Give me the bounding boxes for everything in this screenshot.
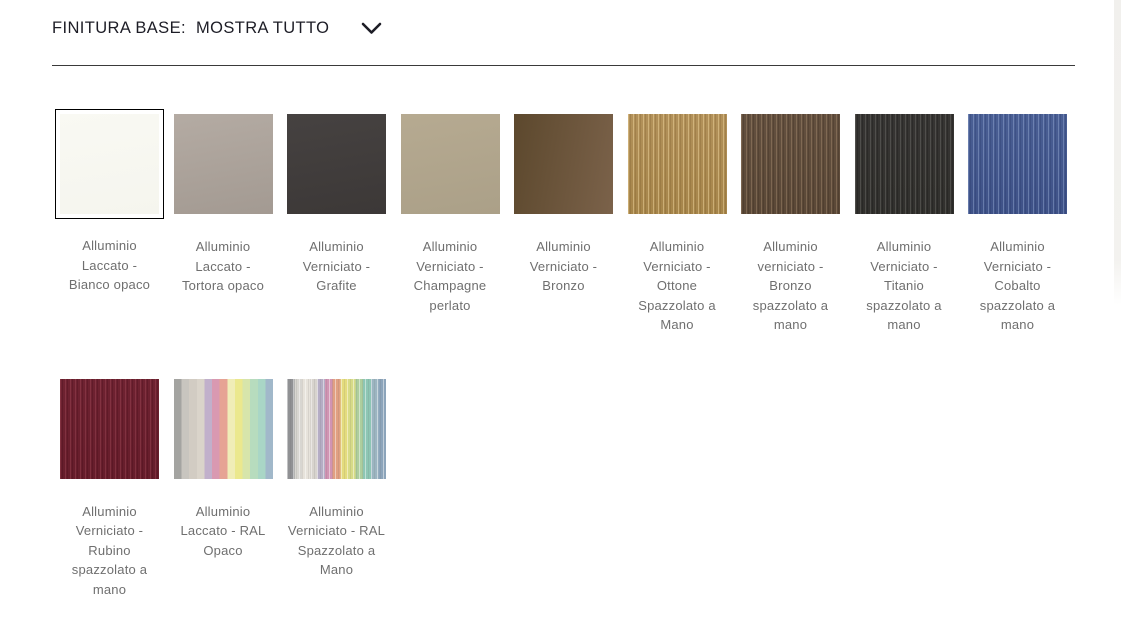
finish-label: Alluminio Verniciato - Champagne perlato — [401, 237, 500, 315]
finish-option[interactable]: Alluminio Verniciato - Cobalto spazzolat… — [968, 114, 1067, 335]
finish-option[interactable]: Alluminio Verniciato - RAL Spazzolato a … — [287, 379, 386, 600]
finish-label: Alluminio Verniciato - Ottone Spazzolato… — [628, 237, 727, 335]
scrollbar-thumb[interactable] — [1114, 0, 1121, 305]
finish-option[interactable]: Alluminio Verniciato - Bronzo — [514, 114, 613, 335]
finish-option[interactable]: Alluminio Laccato - RAL Opaco — [174, 379, 273, 600]
finish-label: Alluminio Verniciato - Titanio spazzolat… — [855, 237, 954, 335]
finish-option[interactable]: Alluminio verniciato - Bronzo spazzolato… — [741, 114, 840, 335]
finish-selector-page: FINITURA BASE: MOSTRA TUTTO Alluminio La… — [0, 0, 1122, 599]
chevron-down-icon — [361, 22, 382, 35]
finish-swatch-selected[interactable] — [55, 109, 164, 219]
finish-label: Alluminio Verniciato - Cobalto spazzolat… — [968, 237, 1067, 335]
finish-option[interactable]: Alluminio Verniciato - Titanio spazzolat… — [855, 114, 954, 335]
finish-label: Alluminio Laccato - Tortora opaco — [174, 237, 273, 296]
finish-swatch[interactable] — [174, 379, 273, 479]
finish-option[interactable]: Alluminio Verniciato - Rubino spazzolato… — [60, 379, 159, 600]
finish-label: Alluminio Laccato - Bianco opaco — [60, 236, 159, 295]
finish-swatch[interactable] — [628, 114, 727, 214]
finish-swatch[interactable] — [60, 379, 159, 479]
finish-filter-dropdown[interactable]: MOSTRA TUTTO — [196, 19, 382, 38]
finish-label: Alluminio Laccato - RAL Opaco — [174, 502, 273, 561]
dropdown-selected-value: MOSTRA TUTTO — [196, 19, 329, 38]
finish-swatch[interactable] — [514, 114, 613, 214]
finish-option[interactable]: Alluminio Verniciato - Ottone Spazzolato… — [628, 114, 727, 335]
finish-label: Alluminio Verniciato - Bronzo — [514, 237, 613, 296]
finish-swatch[interactable] — [968, 114, 1067, 214]
finish-label: Alluminio verniciato - Bronzo spazzolato… — [741, 237, 840, 335]
finish-swatch[interactable] — [401, 114, 500, 214]
finish-option[interactable]: Alluminio Laccato - Tortora opaco — [174, 114, 273, 335]
finish-label: Alluminio Verniciato - RAL Spazzolato a … — [287, 502, 386, 580]
finish-option[interactable]: Alluminio Verniciato - Champagne perlato — [401, 114, 500, 335]
finish-option[interactable]: Alluminio Laccato - Bianco opaco — [60, 114, 159, 335]
filter-label: FINITURA BASE: — [52, 19, 186, 38]
finish-swatch[interactable] — [855, 114, 954, 214]
finish-option[interactable]: Alluminio Verniciato - Grafite — [287, 114, 386, 335]
header-divider — [52, 65, 1075, 66]
finish-swatch[interactable] — [287, 379, 386, 479]
finish-filter-bar: FINITURA BASE: MOSTRA TUTTO — [52, 19, 1122, 38]
finish-swatch[interactable] — [741, 114, 840, 214]
swatch-grid: Alluminio Laccato - Bianco opaco Allumini… — [60, 114, 1122, 599]
finish-label: Alluminio Verniciato - Grafite — [287, 237, 386, 296]
finish-label: Alluminio Verniciato - Rubino spazzolato… — [60, 502, 159, 600]
finish-swatch[interactable] — [287, 114, 386, 214]
finish-swatch[interactable] — [174, 114, 273, 214]
scrollbar-track[interactable] — [1114, 0, 1122, 618]
